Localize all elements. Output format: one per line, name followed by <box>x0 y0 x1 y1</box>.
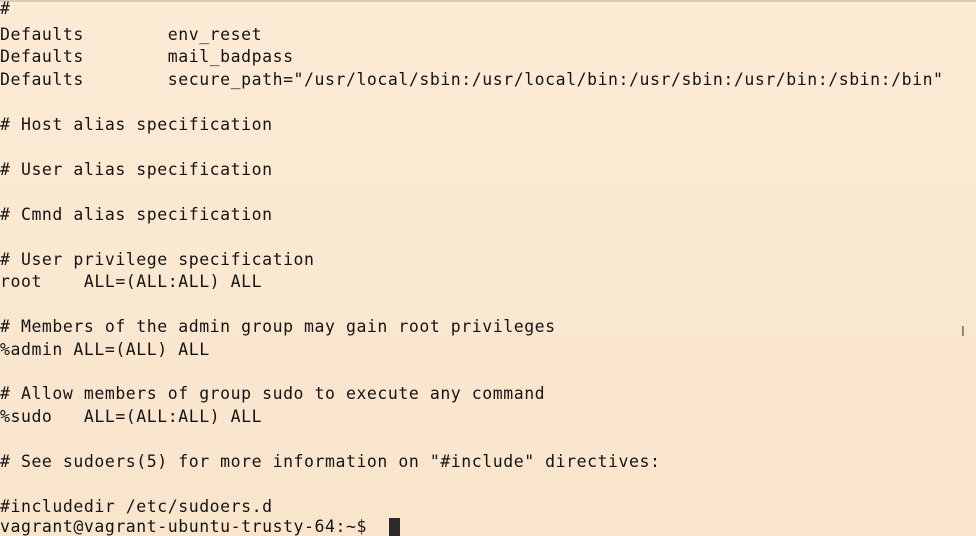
terminal-line-defaults-mail-badpass: Defaults mail_badpass <box>0 47 294 66</box>
terminal-line-admin-comment: # Members of the admin group may gain ro… <box>0 317 556 336</box>
terminal-line-host-alias: # Host alias specification <box>0 115 273 134</box>
block-cursor-icon <box>389 518 400 536</box>
terminal-line-user-privilege: # User privilege specification <box>0 250 315 269</box>
terminal-line-defaults-env-reset: Defaults env_reset <box>0 25 263 44</box>
terminal-line-comment: # <box>0 0 11 18</box>
terminal-line-sudo-comment: # Allow members of group sudo to execute… <box>0 384 546 403</box>
terminal-line-include-comment: # See sudoers(5) for more information on… <box>0 452 661 471</box>
top-divider <box>0 0 976 2</box>
terminal-line-cmnd-alias: # Cmnd alias specification <box>0 205 273 224</box>
terminal-line-root-rule: root ALL=(ALL:ALL) ALL <box>0 272 263 291</box>
text-ibeam-cursor-icon: I <box>961 325 966 340</box>
terminal-line-user-alias: # User alias specification <box>0 160 273 179</box>
terminal-line-admin-rule: %admin ALL=(ALL) ALL <box>0 340 210 359</box>
terminal-line-includedir: #includedir /etc/sudoers.d <box>0 497 273 516</box>
terminal-line-defaults-secure-path: Defaults secure_path="/usr/local/sbin:/u… <box>0 70 944 89</box>
shell-prompt[interactable]: vagrant@vagrant-ubuntu-trusty-64:~$ <box>0 516 367 536</box>
terminal-window[interactable]: # Defaults env_reset Defaults mail_badpa… <box>0 0 976 536</box>
terminal-line-sudo-rule: %sudo ALL=(ALL:ALL) ALL <box>0 407 263 426</box>
